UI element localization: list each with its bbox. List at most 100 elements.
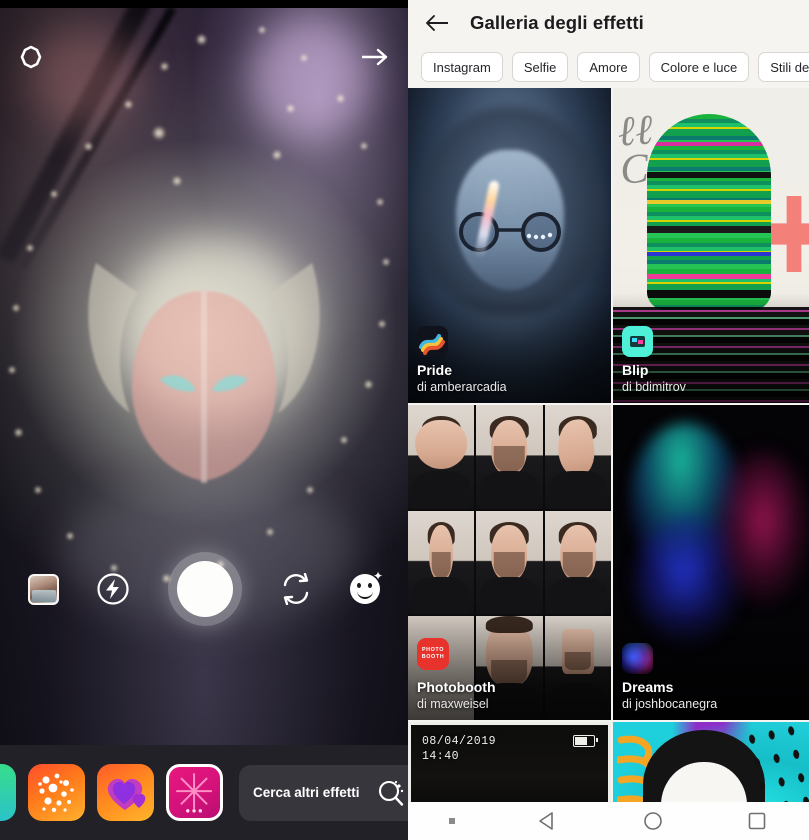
glitch-line [647, 274, 771, 279]
pride-author: di amberarcadia [417, 380, 507, 394]
bokeh-dot [14, 428, 23, 437]
pb-body [412, 577, 470, 615]
nav-back-icon [539, 812, 554, 830]
search-effects-icon [378, 780, 403, 806]
pb-body [480, 577, 538, 615]
effect-thumb-sparkles[interactable] [28, 764, 85, 821]
effect-card-photobooth[interactable]: PHOTO BOOTH Photobooth di maxweisel [408, 405, 611, 720]
shutter-inner [176, 561, 233, 617]
tab-stili-della-label: Stili della [770, 59, 809, 75]
glitch-line [647, 142, 771, 146]
effect-card-pride[interactable]: Pride di amberarcadia [408, 88, 611, 403]
effects-grid: Pride di amberarcadia ℓℓ Co Blip di bdim… [408, 88, 809, 802]
flip-camera-button[interactable] [279, 573, 313, 605]
nav-dot-icon[interactable] [449, 818, 456, 824]
photobooth-icon-line2: BOOTH [421, 654, 445, 660]
blip-effect-icon [622, 326, 653, 357]
effect-thumb-green[interactable] [0, 764, 16, 821]
bokeh-dot [376, 198, 384, 206]
bokeh-dot [364, 380, 373, 389]
bokeh-dot [340, 436, 348, 444]
bokeh-dot [286, 104, 295, 113]
glitch-line [647, 200, 771, 204]
pb-body [480, 471, 538, 509]
hearts-icon [107, 778, 146, 810]
effect-card-camcorder[interactable]: 08/04/2019 14:40 [408, 722, 611, 802]
photobooth-tile [476, 405, 543, 509]
pride-meta: Pride di amberarcadia [417, 326, 507, 395]
effect-card-dreams[interactable]: Dreams di joshbocanegra [613, 405, 809, 720]
dreams-pink-glow [717, 453, 809, 603]
search-more-effects-button[interactable]: Cerca altri effetti [239, 764, 408, 821]
pb-beard [431, 552, 451, 580]
photobooth-tile [408, 510, 475, 615]
tab-instagram[interactable]: Instagram [421, 52, 503, 82]
camera-viewfinder[interactable]: ✦ [0, 8, 408, 745]
shutter-button[interactable] [167, 552, 242, 626]
bokeh-dot [266, 528, 274, 536]
photobooth-tile [476, 510, 543, 615]
smiley-mouth [357, 590, 373, 599]
glitch-line [647, 226, 771, 233]
bokeh-dot [26, 244, 34, 252]
glitch-line [647, 252, 771, 256]
nav-recents-button[interactable] [746, 810, 768, 832]
tab-amore[interactable]: Amore [577, 52, 640, 82]
tab-instagram-label: Instagram [433, 59, 491, 75]
pb-body [549, 577, 607, 615]
nav-home-icon [643, 812, 662, 830]
tab-colore-e-luce[interactable]: Colore e luce [648, 52, 750, 82]
bokeh-dot [124, 100, 133, 109]
bokeh-dot [382, 258, 390, 266]
dreams-meta: Dreams di joshbocanegra [622, 643, 717, 712]
dreams-effect-icon [622, 643, 653, 674]
pride-icon-art [419, 334, 445, 355]
smiley-eye-left [357, 583, 361, 588]
pb-body [412, 471, 470, 509]
photobooth-tile [544, 510, 611, 615]
ar-mask-overlay [88, 263, 320, 483]
gallery-thumbnail-button[interactable] [28, 573, 59, 605]
bokeh-dot [336, 94, 345, 103]
bokeh-dot [50, 190, 58, 198]
effect-thumb-starburst[interactable] [166, 764, 223, 821]
pride-effect-icon [417, 326, 448, 357]
camera-next-button[interactable] [360, 46, 390, 68]
blip-name: Blip [622, 362, 649, 378]
effect-carousel-dock: Cerca altri effetti [0, 745, 408, 840]
pride-glasses [458, 212, 561, 252]
bokeh-dot [84, 142, 93, 151]
gallery-header: Galleria degli effetti [408, 0, 809, 46]
gallery-back-button[interactable] [424, 13, 450, 33]
flip-camera-icon [283, 573, 308, 605]
arrow-right-icon [362, 48, 388, 66]
nav-back-button[interactable] [537, 810, 559, 832]
effects-button[interactable]: ✦ [350, 570, 383, 604]
bokeh-dot [66, 532, 74, 540]
android-navbar [408, 802, 809, 840]
flash-icon [97, 573, 129, 605]
bokeh-dot [34, 486, 42, 494]
dreams-icon-art [622, 643, 653, 674]
app-screen: ✦ Cerca altri effetti Galleria degli eff… [0, 0, 809, 840]
tab-selfie[interactable]: Selfie [511, 52, 569, 82]
bokeh-dot [152, 126, 166, 140]
camera-panel: ✦ Cerca altri effetti [0, 0, 408, 840]
tab-stili-della[interactable]: Stili della [758, 52, 809, 82]
photobooth-name: Photobooth [417, 679, 496, 695]
camera-settings-button[interactable] [18, 44, 44, 70]
starburst-icon [176, 773, 213, 813]
effect-card-blip[interactable]: ℓℓ Co Blip di bdimitrov [613, 88, 809, 403]
nav-home-button[interactable] [642, 810, 664, 832]
bokeh-dot [378, 320, 386, 328]
photobooth-tile [408, 405, 475, 509]
bokeh-dot [272, 150, 282, 160]
category-tabs: Instagram Selfie Amore Colore e luce Sti… [408, 46, 809, 88]
flash-button[interactable] [96, 572, 130, 606]
photobooth-effect-icon: PHOTO BOOTH [417, 638, 449, 670]
blip-glitch-head [647, 114, 771, 310]
effect-card-popart[interactable] [613, 722, 809, 802]
blip-icon-art [630, 336, 645, 347]
photobooth-author: di maxweisel [417, 697, 489, 711]
effect-thumb-hearts[interactable] [97, 764, 154, 821]
